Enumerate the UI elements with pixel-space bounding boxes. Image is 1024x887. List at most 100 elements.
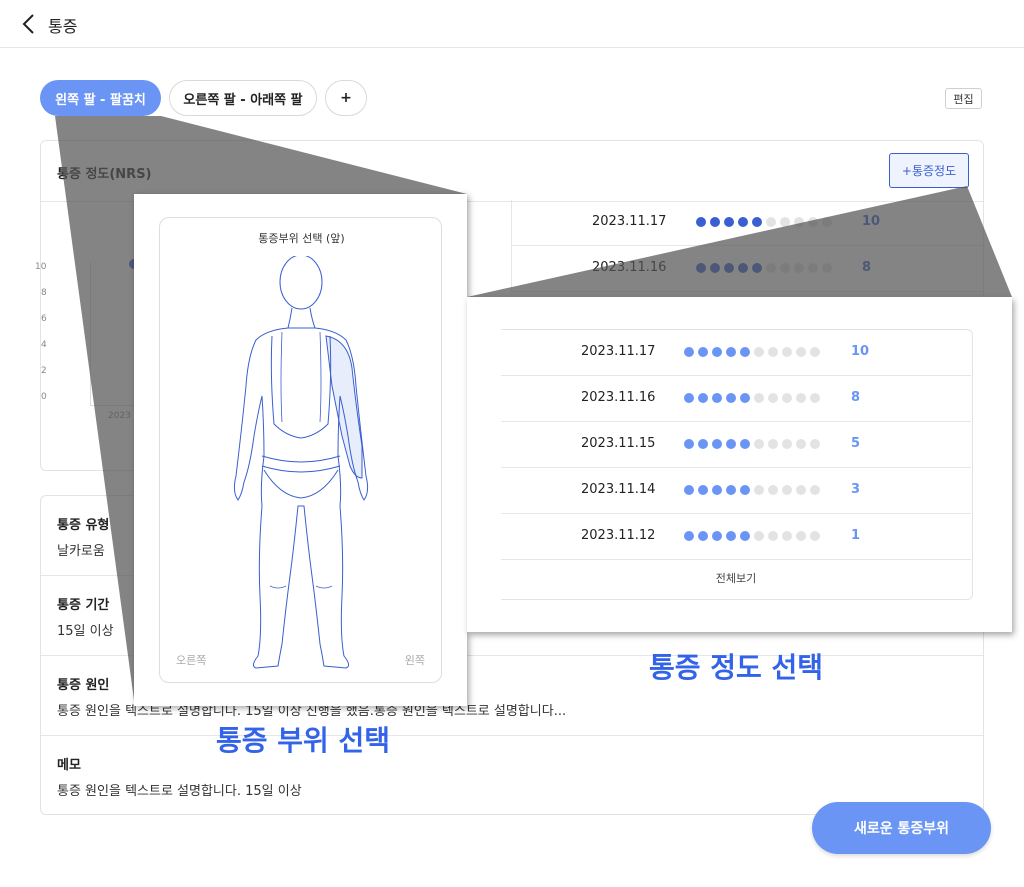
rating-dot <box>796 439 806 449</box>
rating-dot <box>768 531 778 541</box>
rating-dot <box>738 217 748 227</box>
nrs-option-row[interactable]: 2023.11.17 10 <box>501 330 971 376</box>
new-pain-area-button[interactable]: 새로운 통증부위 <box>812 802 991 854</box>
nrs-dots <box>696 263 832 273</box>
rating-dot <box>808 217 818 227</box>
rating-dot <box>726 347 736 357</box>
y-tick: 2 <box>41 366 47 376</box>
nrs-option-dots <box>684 439 820 449</box>
rating-dot <box>810 531 820 541</box>
add-pain-level-button[interactable]: +통증정도 <box>889 153 969 188</box>
body-selector-frame: 통증부위 선택 (앞) 오른쪽 왼쪽 <box>159 217 442 683</box>
info-value: 통증 원인을 텍스트로 설명합니다. 15일 이상 <box>57 784 302 799</box>
annotation-nrs-select: 통증 정도 선택 <box>649 651 824 684</box>
rating-dot <box>684 347 694 357</box>
nrs-row-value: 10 <box>862 214 881 229</box>
rating-dot <box>782 393 792 403</box>
rating-dot <box>754 485 764 495</box>
y-tick: 0 <box>41 392 47 402</box>
right-side-label: 오른쪽 <box>176 654 207 667</box>
rating-dot <box>768 347 778 357</box>
rating-dot <box>754 347 764 357</box>
nrs-option-value: 8 <box>851 390 861 405</box>
nrs-option-dots <box>684 531 820 541</box>
nrs-title: 통증 정도(NRS) <box>57 167 152 182</box>
rating-dot <box>696 217 706 227</box>
body-selector-panel: 통증부위 선택 (앞) 오른쪽 왼쪽 <box>134 194 467 706</box>
tab-left-arm-elbow[interactable]: 왼쪽 팔 - 팔꿈치 <box>40 80 161 116</box>
nrs-select-list: 2023.11.17 10 2023.11.16 8 2023.11.15 5 … <box>501 329 973 600</box>
rating-dot <box>726 439 736 449</box>
rating-dot <box>740 485 750 495</box>
rating-dot <box>712 531 722 541</box>
body-figure-icon[interactable] <box>220 256 380 672</box>
rating-dot <box>754 531 764 541</box>
y-axis-line <box>90 262 91 406</box>
rating-dot <box>780 217 790 227</box>
nrs-option-dots <box>684 393 820 403</box>
rating-dot <box>796 347 806 357</box>
rating-dot <box>726 531 736 541</box>
rating-dot <box>808 263 818 273</box>
rating-dot <box>698 485 708 495</box>
rating-dot <box>794 217 804 227</box>
nrs-option-row[interactable]: 2023.11.15 5 <box>501 422 971 468</box>
info-label: 통증 원인 <box>57 678 110 693</box>
info-value: 15일 이상 <box>57 624 114 639</box>
rating-dot <box>712 485 722 495</box>
rating-dot <box>710 217 720 227</box>
nrs-option-date: 2023.11.16 <box>581 390 656 405</box>
nrs-row[interactable]: 2023.11.16 8 <box>511 246 984 292</box>
rating-dot <box>766 263 776 273</box>
nrs-option-value: 5 <box>851 436 861 451</box>
nrs-option-row[interactable]: 2023.11.12 1 <box>501 514 971 560</box>
rating-dot <box>738 263 748 273</box>
nrs-option-row[interactable]: 2023.11.14 3 <box>501 468 971 514</box>
nrs-row-value: 8 <box>862 260 872 275</box>
rating-dot <box>740 439 750 449</box>
nrs-option-date: 2023.11.15 <box>581 436 656 451</box>
nrs-option-date: 2023.11.14 <box>581 482 656 497</box>
rating-dot <box>752 263 762 273</box>
tab-right-arm-lower[interactable]: 오른쪽 팔 - 아래쪽 팔 <box>169 80 317 116</box>
rating-dot <box>698 439 708 449</box>
rating-dot <box>810 393 820 403</box>
rating-dot <box>782 439 792 449</box>
y-tick: 10 <box>35 262 47 272</box>
y-tick: 6 <box>41 314 47 324</box>
rating-dot <box>752 217 762 227</box>
y-tick: 8 <box>41 288 47 298</box>
rating-dot <box>698 393 708 403</box>
nrs-option-dots <box>684 347 820 357</box>
left-side-label: 왼쪽 <box>404 654 425 667</box>
rating-dot <box>782 531 792 541</box>
x-axis-line <box>90 405 135 406</box>
rating-dot <box>754 393 764 403</box>
nrs-option-value: 10 <box>851 344 870 359</box>
rating-dot <box>698 531 708 541</box>
nrs-option-value: 1 <box>851 528 861 543</box>
nrs-select-panel: 2023.11.17 10 2023.11.16 8 2023.11.15 5 … <box>467 297 1012 632</box>
rating-dot <box>810 439 820 449</box>
body-selector-title: 통증부위 선택 (앞) <box>258 232 345 245</box>
rating-dot <box>698 347 708 357</box>
annotation-body-select: 통증 부위 선택 <box>216 724 391 757</box>
rating-dot <box>712 439 722 449</box>
rating-dot <box>780 263 790 273</box>
rating-dot <box>796 531 806 541</box>
rating-dot <box>684 439 694 449</box>
rating-dot <box>740 393 750 403</box>
nrs-option-row[interactable]: 2023.11.16 8 <box>501 376 971 422</box>
back-arrow-icon[interactable] <box>18 12 40 36</box>
add-tab-button[interactable]: + <box>325 80 367 116</box>
nrs-row[interactable]: 2023.11.17 10 <box>511 200 984 246</box>
view-all-link[interactable]: 전체보기 <box>501 570 971 586</box>
rating-dot <box>724 217 734 227</box>
nrs-row-date: 2023.11.17 <box>592 214 667 229</box>
edit-button[interactable]: 편집 <box>945 88 982 109</box>
rating-dot <box>796 393 806 403</box>
rating-dot <box>822 217 832 227</box>
rating-dot <box>782 485 792 495</box>
rating-dot <box>712 347 722 357</box>
rating-dot <box>796 485 806 495</box>
